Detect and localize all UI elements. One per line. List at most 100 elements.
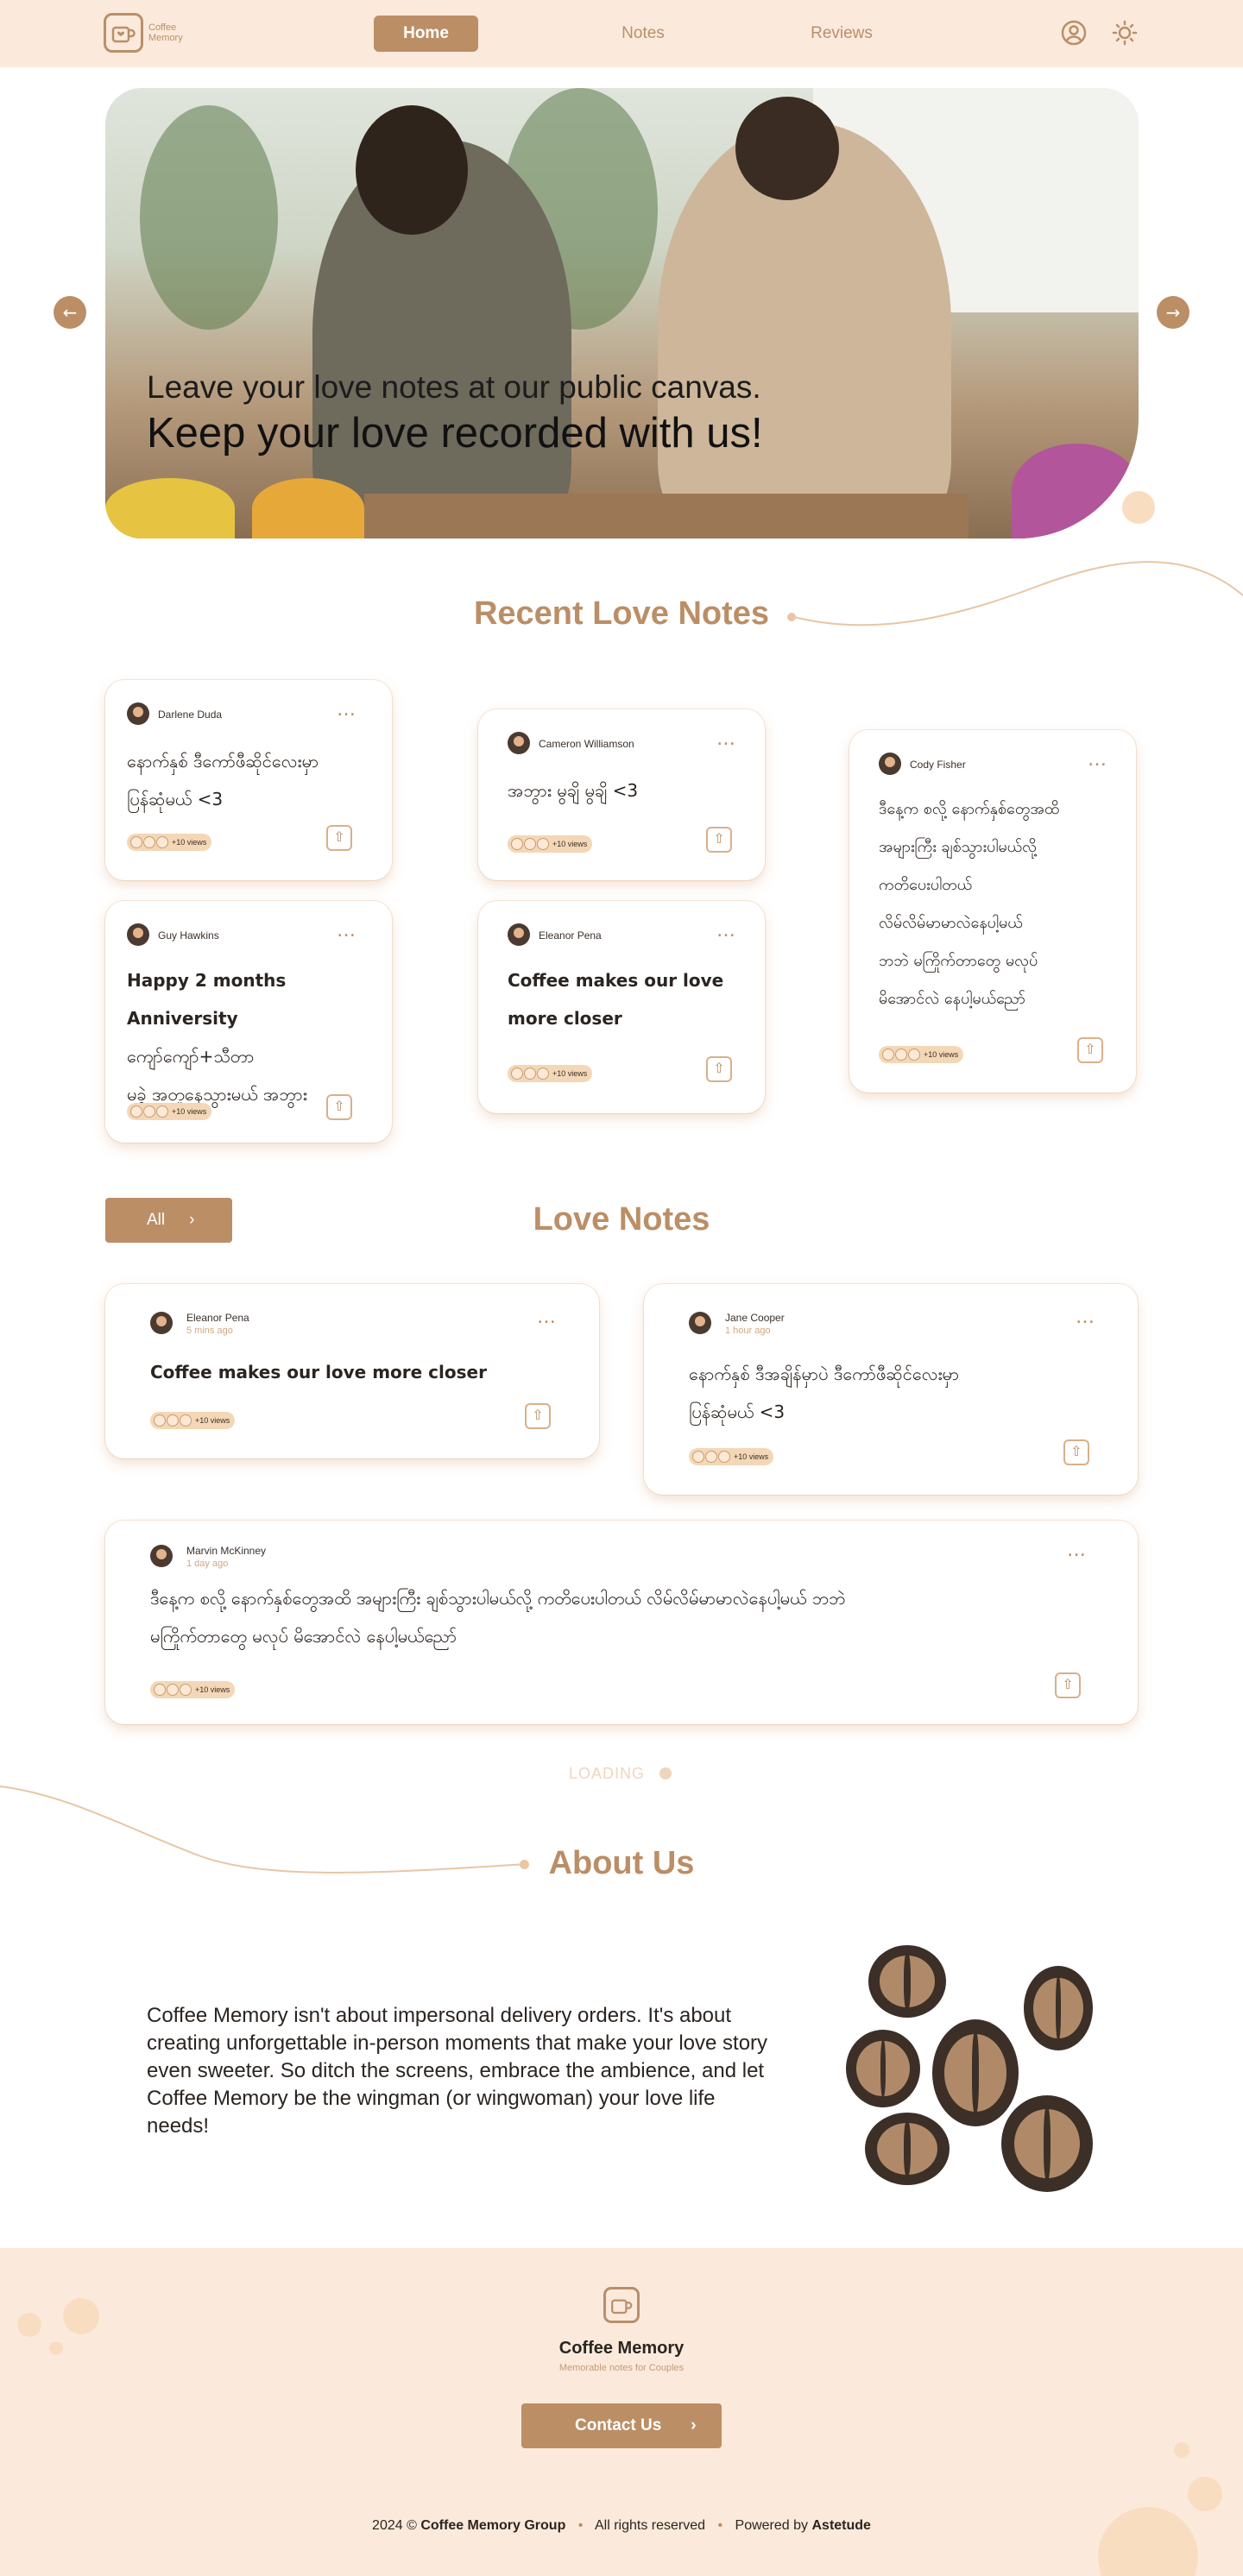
hero-hair-man [735,97,839,200]
recent-note-card[interactable]: Darlene Duda … နောက်နှစ် ဒီကော်ဖီဆိုင်လေ… [105,680,392,880]
note-text: နောက်နှစ် ဒီကော်ဖီဆိုင်လေးမှာ ပြန်ဆုံမယ်… [127,751,319,809]
recent-note-card[interactable]: Cody Fisher … ဒီနေ့က စလို့ နောက်နှစ်တွေအ… [849,730,1136,1093]
share-icon[interactable]: ⇧ [1055,1672,1081,1698]
note-card[interactable]: Marvin McKinney 1 day ago … ဒီနေ့က စလို့… [105,1521,1138,1724]
copyright-group: Coffee Memory Group [420,2518,566,2533]
footer-tagline: Memorable notes for Couples [558,2363,685,2373]
footer-brand-name: Coffee Memory [558,2339,685,2358]
share-icon[interactable]: ⇧ [706,827,732,853]
coffee-cup-icon [603,2287,640,2323]
nav-home[interactable]: Home [374,16,478,52]
hero-flowers-yellow [105,478,235,539]
recent-note-card[interactable]: Cameron Williamson … အဘွား မွချိ မွချိ <… [478,709,765,880]
avatar [508,923,530,946]
note-card[interactable]: Jane Cooper 1 hour ago … နောက်နှစ် ဒီအချ… [644,1284,1138,1495]
share-icon[interactable]: ⇧ [1077,1037,1103,1063]
more-icon[interactable]: … [1076,1308,1095,1327]
hero-flowers-purple [1012,444,1139,539]
more-icon[interactable]: … [716,922,736,941]
author-name: Guy Hawkins [158,929,219,942]
decor-dot [1174,2442,1189,2458]
views-badge: +10 views [150,1681,236,1698]
share-icon[interactable]: ⇧ [326,825,352,851]
note-time: 1 hour ago [725,1326,771,1336]
share-icon[interactable]: ⇧ [525,1403,551,1429]
author-name: Cameron Williamson [539,738,634,750]
more-icon[interactable]: … [537,1308,557,1327]
avatar [508,732,530,754]
avatar [689,1312,711,1334]
note-card[interactable]: Eleanor Pena 5 mins ago … Coffee makes o… [105,1284,599,1458]
more-icon[interactable]: … [337,701,356,720]
love-notes-title: Love Notes [533,1201,710,1238]
powered-text: Powered by [735,2518,809,2533]
views-badge: +10 views [508,835,593,853]
avatar [150,1545,173,1567]
more-icon[interactable]: … [1088,751,1107,770]
avatar [127,702,149,725]
share-icon[interactable]: ⇧ [706,1056,732,1082]
share-icon[interactable]: ⇧ [326,1094,352,1120]
avatar [879,753,901,775]
logo[interactable]: Coffee Memory [104,13,183,53]
sun-icon[interactable] [1112,20,1138,46]
about-title: About Us [548,1845,695,1881]
coffee-cup-icon [104,13,143,53]
author-name: Eleanor Pena [539,929,602,942]
arrow-right-icon[interactable]: → [1157,296,1189,329]
note-text: နောက်နှစ် ဒီအချိန်မှာပဲ ဒီကော်ဖီဆိုင်လေး… [689,1364,960,1422]
more-icon[interactable]: … [716,730,736,749]
author-name: Cody Fisher [910,759,966,771]
coffee-bean-icon [865,2113,950,2185]
decor-dot [17,2313,41,2337]
author-name: Darlene Duda [158,709,223,721]
views-badge: +10 views [508,1065,593,1082]
nav-notes[interactable]: Notes [604,16,682,52]
recent-note-card[interactable]: Eleanor Pena … Coffee makes our love mor… [478,901,765,1113]
note-text: Coffee makes our love more closer [150,1362,487,1382]
author-name: Marvin McKinney [186,1545,267,1557]
avatar [150,1312,173,1334]
note-text: ဒီနေ့က စလို့ နောက်နှစ်တွေအထိ အများကြီး ခ… [150,1588,846,1647]
about-text: Coffee Memory isn't about impersonal del… [147,2004,768,2138]
avatar [127,923,149,946]
views-badge: +10 views [127,834,212,851]
user-icon[interactable] [1061,20,1087,46]
hero-table [364,494,969,539]
recent-note-card[interactable]: Guy Hawkins … Happy 2 months Anniversity… [105,901,392,1143]
note-text: အဘွား မွချိ မွချိ <3 [508,780,639,801]
chevron-right-icon: › [691,2416,697,2434]
arrow-left-icon[interactable]: ← [54,296,86,329]
nav-reviews[interactable]: Reviews [794,16,889,52]
author-name: Eleanor Pena [186,1312,249,1324]
coffee-bean-icon [1024,1966,1093,2050]
hero-subtitle: Leave your love notes at our public canv… [147,369,761,405]
footer: Coffee Memory Memorable notes for Couple… [0,2248,1243,2576]
powered-by-link[interactable]: Astetude [811,2518,870,2533]
author-name: Jane Cooper [725,1312,785,1324]
more-icon[interactable]: … [337,922,356,941]
views-badge: +10 views [150,1412,236,1429]
decor-dot [1098,2507,1198,2576]
views-badge: +10 views [879,1046,964,1063]
contact-us-button[interactable]: Contact Us › [521,2403,722,2448]
contact-us-label: Contact Us [575,2416,662,2434]
share-icon[interactable]: ⇧ [1063,1439,1089,1465]
decor-dot [1122,491,1155,524]
note-time: 1 day ago [186,1559,229,1569]
decor-dot [63,2298,99,2334]
more-icon[interactable]: … [1067,1541,1087,1560]
copyright-year: 2024 © [372,2518,417,2533]
hero-tree-left [140,105,278,330]
coffee-bean-icon [868,1945,946,2018]
views-badge: +10 views [127,1103,212,1120]
decor-dot [1188,2477,1222,2511]
hero-title: Keep your love recorded with us! [147,410,763,457]
hero-flowers-orange [252,478,364,539]
hero-banner: Leave your love notes at our public canv… [105,88,1139,539]
header: Coffee Memory Home Notes Reviews [0,0,1243,67]
views-badge: +10 views [689,1448,774,1465]
logo-text-bottom: Memory [148,33,183,43]
note-text: ဒီနေ့က စလို့ နောက်နှစ်တွေအထိ အများကြီး ခ… [879,800,1060,1008]
rights-text: All rights reserved [594,2518,706,2533]
